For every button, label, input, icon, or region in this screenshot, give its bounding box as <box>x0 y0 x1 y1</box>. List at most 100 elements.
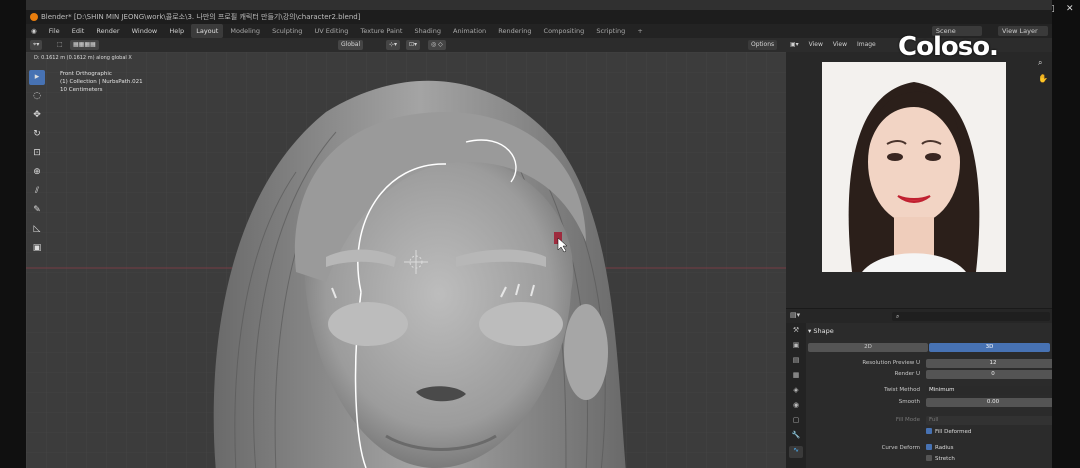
view-layer-selector[interactable]: View Layer <box>998 26 1048 36</box>
radius-checkbox[interactable]: Radius <box>926 444 953 453</box>
snap-icon[interactable]: ⊡▾ <box>406 40 421 50</box>
properties-search-input[interactable]: ⌕ <box>892 312 1050 321</box>
zoom-icon[interactable]: ⌕ <box>1038 58 1048 68</box>
render-u-field[interactable]: 0 <box>926 370 1052 379</box>
measure-tool-icon[interactable]: ◺ <box>29 222 45 237</box>
image-editor-view-dropdown[interactable]: View <box>805 38 827 52</box>
view-layer-tab-icon[interactable]: ▦ <box>789 371 803 383</box>
viewport-scene[interactable] <box>26 52 786 468</box>
properties-tabs: ⚒ ▣ ▤ ▦ ◈ ◉ ▢ 🔧 ∿ <box>786 323 806 468</box>
transform-status: D: 0.1612 m (0.1612 m) along global X <box>34 55 132 61</box>
3d-viewport[interactable]: ⌖▾ ⬚ ▦▦▦▦ Global ⊹▾ ⊡▾ ◎ ◇ Options D: 0.… <box>26 38 786 468</box>
tab-animation[interactable]: Animation <box>448 24 491 38</box>
fill-deformed-row: Fill Deformed <box>808 428 1052 437</box>
twist-method-row: Twist Method Minimum <box>808 386 1052 395</box>
mode-2d-button[interactable]: 2D <box>808 343 928 352</box>
curve-deform-row: Curve Deform Radius <box>808 444 1052 453</box>
stretch-label: Stretch <box>935 456 955 462</box>
dimensions-toggle: 2D 3D <box>808 343 1050 352</box>
tab-rendering[interactable]: Rendering <box>493 24 536 38</box>
tab-shading[interactable]: Shading <box>410 24 446 38</box>
window-title: Blender* [D:\SHIN MIN JEONG\work\콜로소\3. … <box>41 13 361 21</box>
tab-texture-paint[interactable]: Texture Paint <box>356 24 408 38</box>
tab-sculpting[interactable]: Sculpting <box>267 24 307 38</box>
fill-deformed-label: Fill Deformed <box>935 429 972 435</box>
scene-tab-icon[interactable]: ◈ <box>789 386 803 398</box>
proportional-icon[interactable]: ◎ ◇ <box>428 40 446 50</box>
tab-layout[interactable]: Layout <box>191 24 224 38</box>
blender-window: Blender* [D:\SHIN MIN JEONG\work\콜로소\3. … <box>26 0 1052 468</box>
shape-section-header[interactable]: ▾ Shape <box>808 327 834 335</box>
move-tool-icon[interactable]: ✥ <box>29 108 45 123</box>
reference-photo <box>822 62 1006 272</box>
menu-file[interactable]: File <box>44 24 65 38</box>
toolbar: ▸ ◌ ✥ ↻ ⊡ ⊕ ⫽ ✎ ◺ ▣ <box>29 70 47 260</box>
world-tab-icon[interactable]: ◉ <box>789 401 803 413</box>
add-workspace-button[interactable]: + <box>632 24 647 38</box>
object-tab-icon[interactable]: ▢ <box>789 416 803 428</box>
render-u-label: Render U <box>894 371 920 377</box>
cursor-tool-icon[interactable]: ◌ <box>29 89 45 104</box>
tab-compositing[interactable]: Compositing <box>539 24 590 38</box>
properties-header: ▤▾ ⌕ <box>786 309 1052 323</box>
mode-3d-button[interactable]: 3D <box>929 343 1050 352</box>
close-button[interactable]: ✕ <box>1066 4 1074 14</box>
image-editor-type-icon[interactable]: ▣▾ <box>786 38 803 52</box>
coloso-watermark: Coloso. <box>898 32 999 62</box>
render-tab-icon[interactable]: ▣ <box>789 341 803 353</box>
editor-type-button[interactable]: ⌖▾ <box>30 40 43 50</box>
options-dropdown[interactable]: Options <box>748 40 778 50</box>
curve-data-tab-icon[interactable]: ∿ <box>789 446 803 458</box>
viewport-info: Front Orthographic (1) Collection | Nurb… <box>60 70 143 94</box>
blender-logo-icon <box>30 13 38 21</box>
tab-modeling[interactable]: Modeling <box>225 24 265 38</box>
add-cube-tool-icon[interactable]: ▣ <box>29 241 45 256</box>
modifier-tab-icon[interactable]: 🔧 <box>789 431 803 443</box>
select-tool-icon[interactable]: ▸ <box>29 70 45 85</box>
smooth-label: Smooth <box>898 399 920 405</box>
fill-mode-label: Fill Mode <box>895 417 920 423</box>
grid-scale: 10 Centimeters <box>60 87 103 93</box>
tab-scripting[interactable]: Scripting <box>591 24 630 38</box>
left-black-bar <box>0 0 26 468</box>
image-editor-image-menu[interactable]: Image <box>853 38 880 52</box>
scale-tool-icon[interactable]: ⊡ <box>29 146 45 161</box>
smooth-field[interactable]: 0.00 <box>926 398 1052 407</box>
properties-type-icon[interactable]: ▤▾ <box>790 311 800 319</box>
viewport-header: ⌖▾ ⬚ ▦▦▦▦ Global ⊹▾ ⊡▾ ◎ ◇ Options <box>26 38 786 52</box>
shape-section-title: Shape <box>813 327 834 335</box>
tool-tab-icon[interactable]: ⚒ <box>789 326 803 338</box>
curve-deform-label: Curve Deform <box>881 445 920 451</box>
fill-mode-dropdown[interactable]: Full <box>926 416 1052 425</box>
image-editor-view-menu[interactable]: View <box>829 38 851 52</box>
image-editor: ▣▾ View View Image Coloso. ⌕ ✋ <box>786 32 1052 308</box>
eye-left <box>328 302 408 346</box>
orientation-dropdown[interactable]: Global <box>338 40 364 50</box>
twist-method-dropdown[interactable]: Minimum <box>926 386 1052 395</box>
smooth-row: Smooth 0.00 <box>808 398 1052 407</box>
annotate-tool-icon[interactable]: ✎ <box>29 203 45 218</box>
eye-right <box>479 302 563 346</box>
pivot-icon[interactable]: ⊹▾ <box>386 40 401 50</box>
select-mode-icon[interactable]: ▦▦▦▦ <box>70 40 99 50</box>
active-object: (1) Collection | NurbsPath.021 <box>60 79 143 85</box>
menu-edit[interactable]: Edit <box>67 24 90 38</box>
select-box-icon[interactable]: ⬚ <box>54 40 66 50</box>
menu-window[interactable]: Window <box>127 24 163 38</box>
resolution-preview-label: Resolution Preview U <box>862 360 920 366</box>
tab-uv-editing[interactable]: UV Editing <box>310 24 354 38</box>
pan-icon[interactable]: ✋ <box>1038 74 1048 83</box>
menu-render[interactable]: Render <box>91 24 124 38</box>
stretch-row: Stretch <box>808 455 1052 464</box>
transform-tool-icon[interactable]: ⊕ <box>29 165 45 180</box>
resolution-preview-field[interactable]: 12 <box>926 359 1052 368</box>
output-tab-icon[interactable]: ▤ <box>789 356 803 368</box>
editor-type-icon[interactable]: ◉ <box>26 24 42 38</box>
stretch-checkbox[interactable]: Stretch <box>926 455 955 464</box>
draw-tool-icon[interactable]: ⫽ <box>29 184 45 199</box>
rotate-tool-icon[interactable]: ↻ <box>29 127 45 142</box>
view-name: Front Orthographic <box>60 71 112 77</box>
fill-deformed-checkbox[interactable]: Fill Deformed <box>926 428 971 437</box>
menu-help[interactable]: Help <box>164 24 189 38</box>
titlebar: Blender* [D:\SHIN MIN JEONG\work\콜로소\3. … <box>26 10 1052 24</box>
